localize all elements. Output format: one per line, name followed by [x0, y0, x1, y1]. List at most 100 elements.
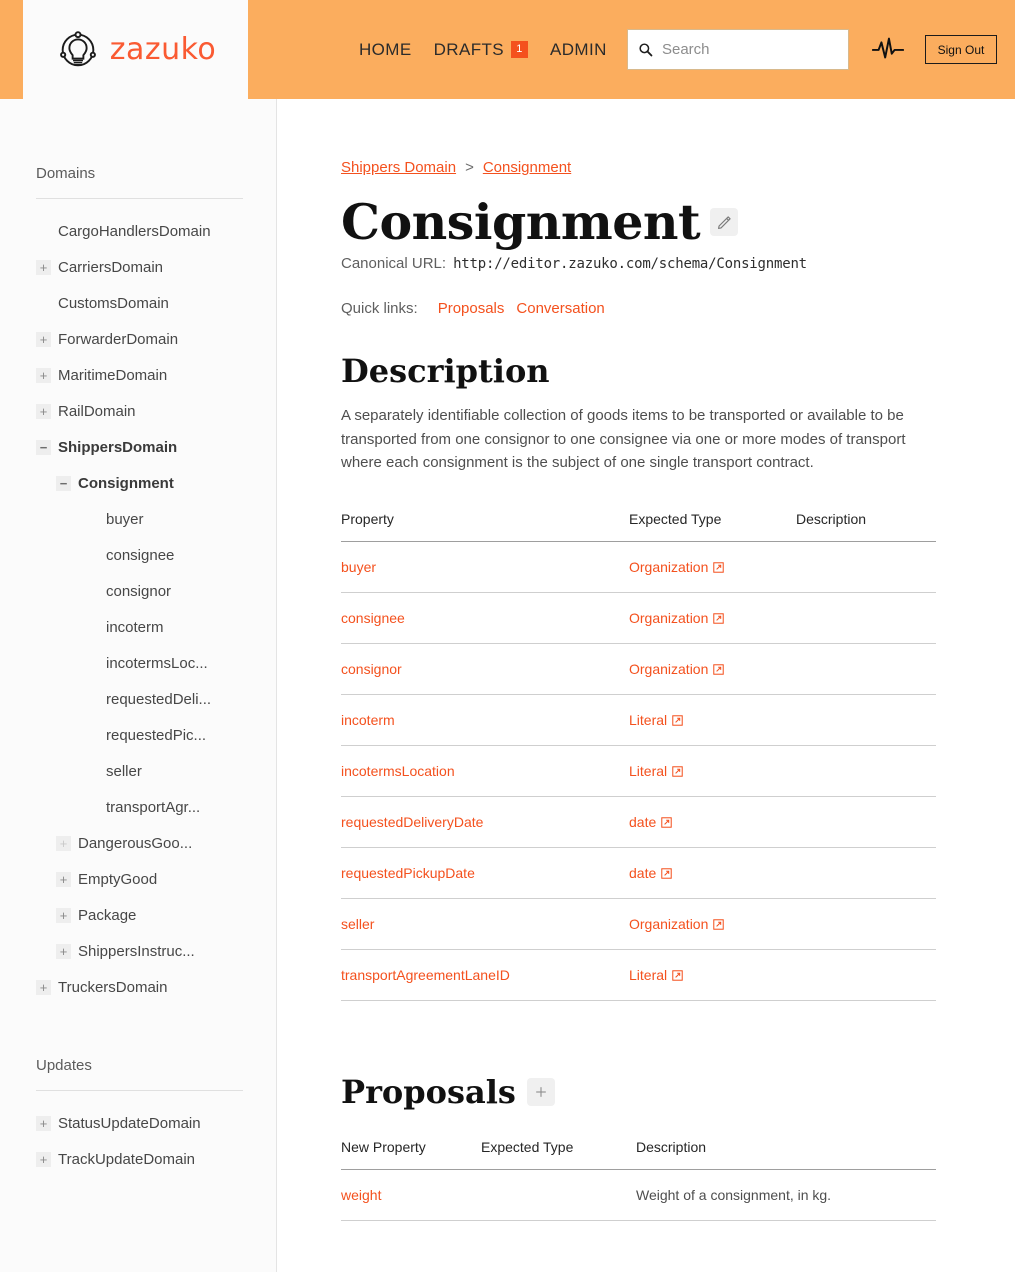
breadcrumb-current-link[interactable]: Consignment — [483, 159, 571, 176]
sidebar-item-label: MaritimeDomain — [58, 366, 168, 384]
table-row: consignee Organization — [341, 592, 936, 645]
description-cell — [796, 694, 936, 747]
property-link[interactable]: incotermsLocation — [341, 763, 455, 779]
property-link[interactable]: seller — [341, 916, 374, 932]
expand-icon[interactable]: + — [56, 943, 71, 959]
sidebar-item-cargohandlersdomain[interactable]: CargoHandlersDomain — [0, 213, 276, 249]
expected-type-link[interactable]: Organization — [629, 916, 725, 932]
col-header-expected-type: Expected Type — [629, 511, 796, 543]
edit-title-button[interactable] — [710, 208, 739, 237]
quick-link-proposals[interactable]: Proposals — [438, 300, 505, 317]
quick-link-conversation[interactable]: Conversation — [516, 300, 604, 317]
sidebar-item-raildomain[interactable]: + RailDomain — [0, 393, 276, 429]
logo[interactable]: zazuko — [55, 27, 217, 73]
property-cell: incotermsLocation — [341, 745, 629, 798]
property-cell: seller — [341, 898, 629, 951]
expand-icon[interactable]: + — [36, 403, 51, 419]
expected-type-link[interactable]: Organization — [629, 559, 725, 575]
page-title-row: Consignment — [341, 197, 1015, 248]
search-input[interactable] — [661, 41, 838, 58]
sidebar-item-buyer[interactable]: buyer — [0, 501, 276, 537]
property-link[interactable]: transportAgreementLaneID — [341, 967, 510, 983]
sidebar-item-shippersdomain[interactable]: − ShippersDomain — [0, 429, 276, 465]
sidebar-item-carriersdomain[interactable]: + CarriersDomain — [0, 249, 276, 285]
expand-icon[interactable]: + — [56, 907, 71, 923]
sidebar-item-requestedpic-[interactable]: requestedPic... — [0, 717, 276, 753]
collapse-icon[interactable]: − — [36, 439, 51, 455]
expected-type-link[interactable]: Organization — [629, 661, 725, 677]
top-header-bar: zazuko HOME DRAFTS 1 ADMIN Sig — [0, 0, 1015, 99]
expected-type-link[interactable]: Literal — [629, 967, 683, 983]
sidebar-item-emptygood[interactable]: + EmptyGood — [0, 861, 276, 897]
expand-icon[interactable]: + — [36, 1115, 51, 1131]
expected-type-cell: Literal — [629, 949, 796, 1002]
new-property-link[interactable]: weight — [341, 1187, 381, 1203]
expected-type-cell: Organization — [629, 592, 796, 645]
sidebar-item-incotermsloc-[interactable]: incotermsLoc... — [0, 645, 276, 681]
expected-type-link[interactable]: Organization — [629, 610, 725, 626]
logo-panel[interactable]: zazuko — [23, 0, 248, 99]
sidebar-item-consignment[interactable]: − Consignment — [0, 465, 276, 501]
nav-item-drafts[interactable]: DRAFTS 1 — [434, 40, 529, 60]
property-link[interactable]: buyer — [341, 559, 376, 575]
expected-type-link[interactable]: Literal — [629, 712, 683, 728]
sidebar-item-consignee[interactable]: consignee — [0, 537, 276, 573]
property-link[interactable]: incoterm — [341, 712, 395, 728]
expand-icon[interactable]: + — [36, 331, 51, 347]
sidebar-item-statusupdatedomain[interactable]: + StatusUpdateDomain — [0, 1105, 276, 1141]
toggle-spacer — [84, 584, 99, 599]
description-cell — [796, 643, 936, 696]
sidebar-item-consignor[interactable]: consignor — [0, 573, 276, 609]
sidebar-item-maritimedomain[interactable]: + MaritimeDomain — [0, 357, 276, 393]
sidebar-item-transportagr-[interactable]: transportAgr... — [0, 789, 276, 825]
nav-item-home-label: HOME — [359, 39, 412, 59]
add-proposal-button[interactable] — [526, 1078, 555, 1107]
main-content: Shippers Domain > Consignment Consignmen… — [277, 99, 1015, 1272]
sidebar-item-requesteddeli-[interactable]: requestedDeli... — [0, 681, 276, 717]
collapse-icon[interactable]: − — [56, 475, 71, 491]
external-link-icon — [661, 867, 672, 879]
sign-out-button[interactable]: Sign Out — [925, 35, 997, 64]
sidebar-item-trackupdatedomain[interactable]: + TrackUpdateDomain — [0, 1141, 276, 1177]
sidebar-item-customsdomain[interactable]: CustomsDomain — [0, 285, 276, 321]
property-link[interactable]: consignor — [341, 661, 402, 677]
sidebar-item-seller[interactable]: seller — [0, 753, 276, 789]
expand-icon[interactable]: + — [36, 259, 51, 275]
breadcrumb-parent-link[interactable]: Shippers Domain — [341, 159, 456, 176]
expand-icon[interactable]: + — [36, 367, 51, 383]
expected-type-link[interactable]: Literal — [629, 763, 683, 779]
nav-item-home[interactable]: HOME — [359, 40, 412, 60]
expected-type-link[interactable]: date — [629, 814, 672, 830]
expand-icon[interactable]: + — [56, 871, 71, 887]
toggle-spacer — [84, 656, 99, 671]
sidebar-item-forwarderdomain[interactable]: + ForwarderDomain — [0, 321, 276, 357]
table-row: incoterm Literal — [341, 694, 936, 747]
expected-type-link[interactable]: date — [629, 865, 672, 881]
sidebar-item-package[interactable]: + Package — [0, 897, 276, 933]
sidebar-item-label: TruckersDomain — [58, 978, 168, 996]
col-header-property: Property — [341, 511, 629, 543]
description-heading: Description — [341, 351, 550, 390]
expand-icon[interactable]: + — [56, 835, 71, 851]
property-link[interactable]: requestedDeliveryDate — [341, 814, 483, 830]
sidebar-updates-title: Updates — [36, 1057, 92, 1074]
expand-icon[interactable]: + — [36, 1151, 51, 1167]
property-cell: transportAgreementLaneID — [341, 949, 629, 1002]
property-link[interactable]: requestedPickupDate — [341, 865, 475, 881]
expected-type-label: Literal — [629, 763, 668, 780]
sidebar-item-label: buyer — [106, 510, 144, 528]
sidebar-item-shippersinstruc-[interactable]: + ShippersInstruc... — [0, 933, 276, 969]
search-box[interactable] — [627, 29, 849, 70]
expected-type-cell: date — [629, 847, 796, 900]
activity-pulse-icon[interactable] — [872, 36, 904, 62]
expected-type-cell: Literal — [629, 745, 796, 798]
sidebar-item-dangerousgoo-[interactable]: + DangerousGoo... — [0, 825, 276, 861]
table-row: requestedPickupDate date — [341, 847, 936, 900]
nav-item-admin[interactable]: ADMIN — [550, 40, 607, 60]
sidebar-item-incoterm[interactable]: incoterm — [0, 609, 276, 645]
sidebar-item-label: consignee — [106, 546, 175, 564]
sidebar-item-truckersdomain[interactable]: + TruckersDomain — [0, 969, 276, 1005]
property-link[interactable]: consignee — [341, 610, 405, 626]
expand-icon[interactable]: + — [36, 979, 51, 995]
sidebar-item-label: CarriersDomain — [58, 258, 164, 276]
